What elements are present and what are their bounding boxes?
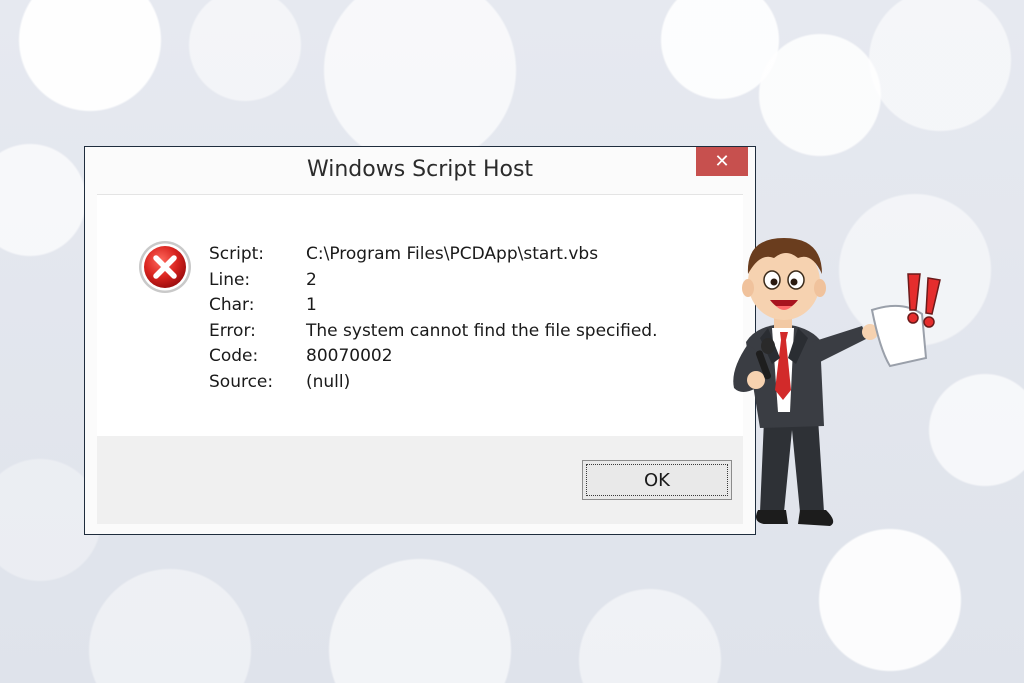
detail-value: 1 — [306, 295, 317, 315]
close-icon: ✕ — [714, 151, 730, 172]
detail-label: Source: — [209, 371, 274, 392]
ok-button[interactable]: OK — [582, 460, 732, 500]
detail-row-error: Error: The system cannot find the file sp… — [209, 319, 657, 345]
detail-label: Char: — [209, 295, 255, 315]
error-x-icon — [139, 241, 191, 293]
dialog-title: Windows Script Host — [306, 157, 534, 182]
detail-value: The system cannot find the file specifie… — [306, 320, 658, 341]
detail-value: 80070002 — [306, 346, 393, 366]
detail-label: Error: — [209, 320, 256, 341]
button-area: OK — [97, 436, 743, 524]
title-bar[interactable]: Windows Script Host ✕ — [85, 147, 755, 195]
detail-value: 2 — [306, 269, 317, 290]
close-button[interactable]: ✕ — [696, 147, 748, 176]
cartoon-businessman-illustration — [733, 238, 941, 526]
message-area: Script: C:\Program Files\PCDApp\start.vbs… — [97, 194, 743, 437]
detail-label: Code: — [209, 346, 259, 366]
detail-row-char: Char: 1 — [209, 293, 657, 319]
detail-value: C:\Program Files\PCDApp\start.vbs — [306, 244, 599, 264]
error-dialog: Windows Script Host ✕ Script: C:\Program … — [84, 146, 756, 535]
detail-row-code: Code: 80070002 — [209, 344, 657, 370]
detail-label: Line: — [209, 269, 251, 290]
detail-label: Script: — [209, 244, 265, 264]
detail-row-script: Script: C:\Program Files\PCDApp\start.vbs — [209, 242, 657, 268]
error-details: Script: C:\Program Files\PCDApp\start.vbs… — [209, 242, 657, 395]
detail-row-line: Line: 2 — [209, 268, 657, 294]
detail-value: (null) — [306, 371, 351, 392]
detail-row-source: Source: (null) — [209, 370, 657, 396]
